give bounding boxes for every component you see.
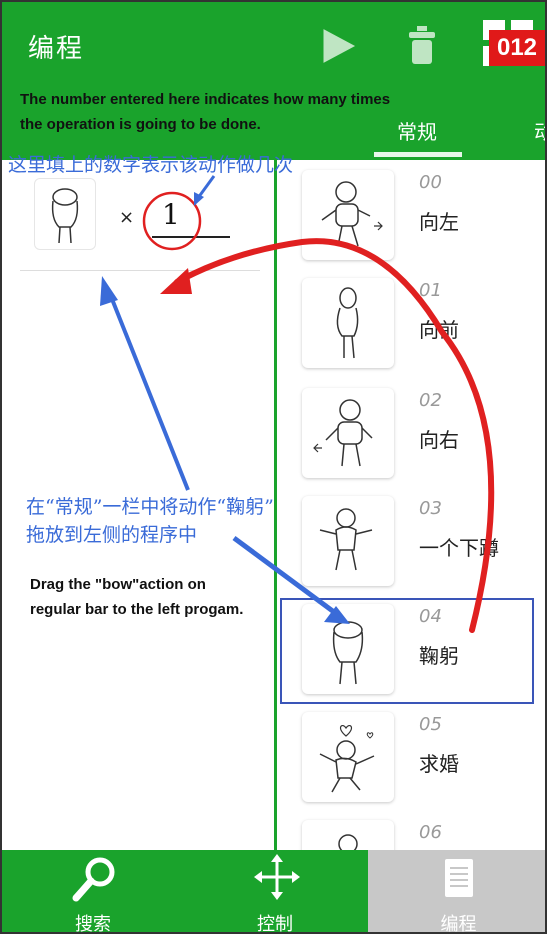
nav-program-label: 编程 [440,914,477,934]
drag-path-arrowhead [160,268,192,294]
annotation-overlay [100,175,495,633]
drag-path-arrow [174,238,495,633]
app-frame: 编程 012 The number entered here indicates… [0,0,547,934]
count-highlight-circle [142,191,202,251]
nav-search-label: 搜索 [75,914,111,934]
nav-control[interactable]: 控制 [184,850,366,934]
search-icon [72,857,115,902]
nav-program[interactable]: 编程 [368,850,545,934]
item-note-arrow-line [232,535,336,615]
program-note-arrow-line [108,293,190,491]
nav-search[interactable]: 搜索 [2,850,184,934]
nav-control-label: 控制 [257,914,293,934]
bottom-nav: 搜索 控制 编程 [2,850,545,934]
program-note-arrowhead [100,276,118,306]
move-icon [254,854,300,900]
count-note-arrow-line [196,175,216,199]
list-icon [445,859,473,897]
